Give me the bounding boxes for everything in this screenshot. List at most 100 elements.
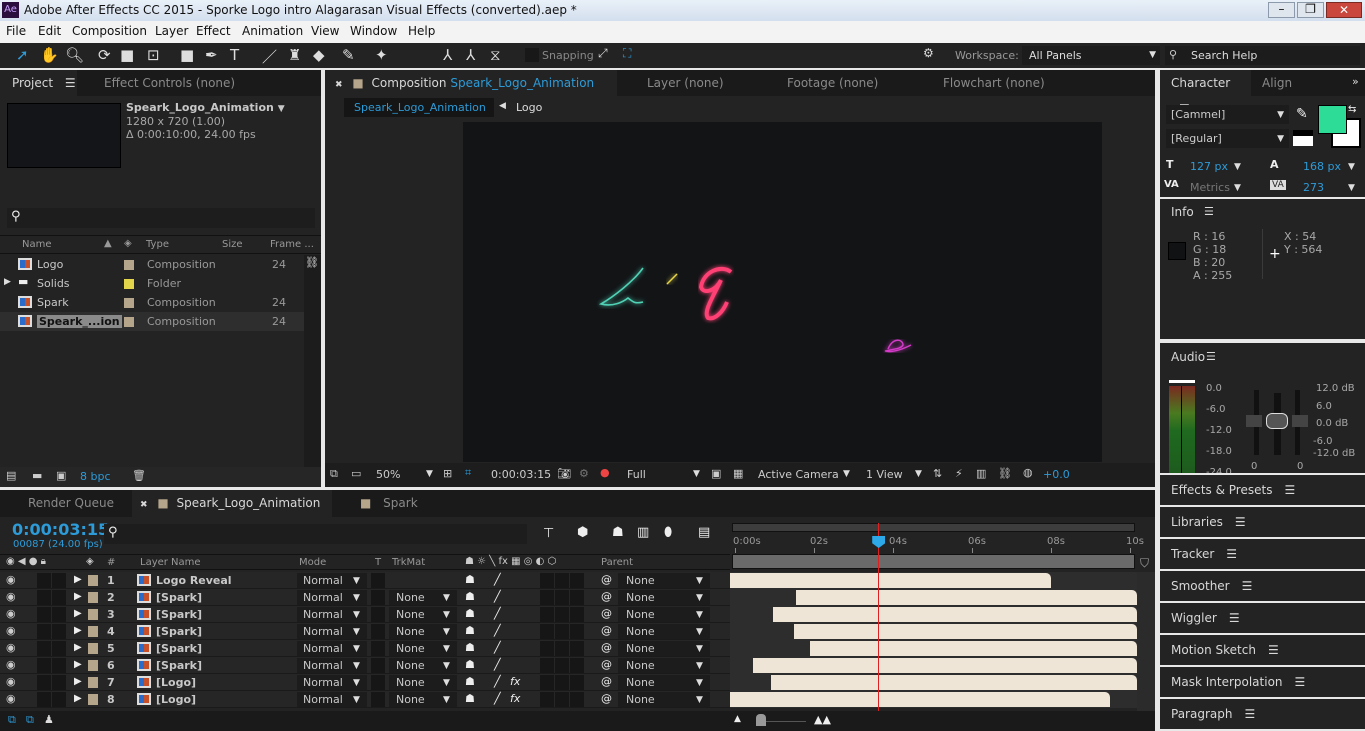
label-color-swatch[interactable] — [124, 317, 134, 327]
collapsed-panel[interactable]: Wiggler ☰ — [1160, 603, 1365, 633]
pick-whip-icon[interactable]: @ — [601, 607, 612, 620]
parent-dropdown[interactable]: None ▼ — [618, 658, 710, 673]
tab-flowchart[interactable]: Flowchart (none) — [943, 70, 1045, 96]
preserve-transparency-checkbox[interactable] — [371, 607, 385, 622]
3d-layer-switch[interactable] — [570, 692, 584, 707]
views-dropdown[interactable]: 1 View — [866, 468, 903, 481]
motion-blur-switch[interactable] — [540, 607, 554, 622]
rotate-tool-icon[interactable]: ⟳ — [98, 46, 111, 64]
quality-switch-icon[interactable]: ╱ — [494, 624, 501, 637]
show-snapshot-icon[interactable]: ⚙ — [579, 467, 589, 480]
quality-switch-icon[interactable]: ╱ — [494, 641, 501, 654]
column-name[interactable]: Name — [22, 239, 52, 250]
breadcrumb-item[interactable]: Speark_Logo_Animation — [344, 98, 494, 117]
adjustment-layer-switch[interactable] — [555, 607, 569, 622]
expand-arrow-icon[interactable]: ▶ — [74, 591, 82, 602]
composition-viewer[interactable] — [463, 122, 1102, 462]
visibility-eye-icon[interactable]: ◉ — [6, 624, 16, 637]
table-row[interactable]: ◉ ▶ 6 [Spark] Normal ▼ None ▼ ☗ ╱ @ None ▼ — [0, 657, 730, 674]
exposure-icon[interactable]: ◍ — [1023, 466, 1033, 479]
lock-switch[interactable] — [52, 641, 66, 656]
clone-stamp-tool-icon[interactable]: ♜ — [288, 46, 301, 64]
effect-switch-icon[interactable]: fx — [510, 675, 520, 688]
visibility-eye-icon[interactable]: ◉ — [6, 675, 16, 688]
parent-dropdown[interactable]: None ▼ — [618, 675, 710, 690]
hand-tool-icon[interactable]: ✋ — [40, 46, 59, 64]
rectangle-tool-icon[interactable]: ■ — [180, 46, 194, 64]
parent-dropdown[interactable]: None ▼ — [618, 641, 710, 656]
current-time-indicator-handle[interactable] — [872, 536, 886, 548]
brush-tool-icon[interactable]: ／ — [262, 46, 277, 67]
lock-switch[interactable] — [52, 624, 66, 639]
mode-dropdown[interactable]: Normal ▼ — [297, 607, 367, 622]
lock-switch[interactable] — [52, 590, 66, 605]
expand-arrow-icon[interactable]: ▶ — [74, 659, 82, 670]
zoom-in-icon[interactable]: ▲▲ — [814, 713, 831, 726]
always-preview-icon[interactable]: ⧉ — [330, 467, 338, 481]
menu-icon[interactable]: ☰ — [1242, 579, 1253, 593]
left-volume-slider[interactable] — [1246, 415, 1262, 427]
collapsed-panel[interactable]: Tracker ☰ — [1160, 539, 1365, 569]
pan-behind-tool-icon[interactable]: ⊡ — [147, 46, 160, 64]
tab-composition[interactable]: ✖ ■ Composition Speark_Logo_Animation ☰ — [325, 70, 617, 118]
local-axis-icon[interactable]: ⅄ — [443, 46, 452, 64]
pick-whip-icon[interactable]: @ — [601, 573, 612, 586]
project-item[interactable]: ▶ ▬ Solids Folder — [0, 274, 304, 293]
preserve-transparency-checkbox[interactable] — [371, 658, 385, 673]
table-row[interactable]: ◉ ▶ 3 [Spark] Normal ▼ None ▼ ☗ ╱ @ None ▼ — [0, 606, 730, 623]
shy-switch-icon[interactable]: ☗ — [465, 590, 475, 603]
expand-arrow-icon[interactable]: ▶ — [74, 608, 82, 619]
trkmat-dropdown[interactable]: None ▼ — [389, 641, 457, 656]
table-row[interactable]: ◉ ▶ 8 [Logo] Normal ▼ None ▼ ☗ ╱ fx @ None… — [0, 691, 730, 708]
work-area-navigator[interactable] — [732, 523, 1135, 532]
text-tool-icon[interactable]: T — [230, 46, 239, 64]
menu-icon[interactable]: ☰ — [1229, 611, 1240, 625]
motion-blur-switch[interactable] — [540, 641, 554, 656]
shy-switch-icon[interactable]: ☗ — [465, 675, 475, 688]
region-of-interest-icon[interactable]: ⊞ — [443, 467, 452, 480]
shy-switch-icon[interactable]: ☗ — [465, 607, 475, 620]
lock-switch[interactable] — [52, 658, 66, 673]
graph-editor-icon[interactable]: ▤ — [698, 525, 710, 540]
menu-icon[interactable]: ☰ — [1206, 350, 1216, 363]
timeline-scrollbar[interactable] — [1137, 572, 1155, 712]
tab-layer[interactable]: Layer (none) — [647, 70, 724, 96]
eyedropper-icon[interactable]: ✎ — [1296, 106, 1308, 122]
layer-duration-bar[interactable] — [796, 590, 1137, 605]
label-color-swatch[interactable] — [124, 260, 134, 270]
mode-dropdown[interactable]: Normal ▼ — [297, 590, 367, 605]
menu-help[interactable]: Help — [408, 24, 435, 38]
quality-switch-icon[interactable]: ╱ — [494, 675, 501, 688]
adjustment-layer-switch[interactable] — [555, 692, 569, 707]
trkmat-dropdown[interactable]: None ▼ — [389, 675, 457, 690]
toggle-in-out-icon[interactable]: ♟ — [44, 713, 54, 726]
solo-switch[interactable] — [37, 607, 51, 622]
chevron-down-icon[interactable]: ▼ — [278, 104, 285, 114]
pick-whip-icon[interactable]: @ — [601, 624, 612, 637]
preserve-transparency-checkbox[interactable] — [371, 590, 385, 605]
layer-duration-bar[interactable] — [770, 675, 1137, 690]
mode-dropdown[interactable]: Normal ▼ — [297, 692, 367, 707]
quality-switch-icon[interactable]: ╱ — [494, 607, 501, 620]
trkmat-dropdown[interactable]: None ▼ — [389, 624, 457, 639]
visibility-eye-icon[interactable]: ◉ — [6, 590, 16, 603]
table-row[interactable]: ◉ ▶ 5 [Spark] Normal ▼ None ▼ ☗ ╱ @ None ▼ — [0, 640, 730, 657]
tab-project[interactable]: Project ☰ — [0, 70, 77, 96]
close-button[interactable]: ✕ — [1326, 2, 1362, 18]
toggle-pixel-aspect-icon[interactable]: ⇅ — [933, 467, 942, 480]
motion-blur-icon[interactable]: ⬮ — [664, 525, 672, 540]
collapsed-panel[interactable]: Mask Interpolation ☰ — [1160, 667, 1365, 697]
visibility-eye-icon[interactable]: ◉ — [6, 641, 16, 654]
layer-duration-bar[interactable] — [730, 573, 1051, 588]
zoom-out-icon[interactable]: ▲ — [734, 714, 741, 724]
adjustment-layer-switch[interactable] — [555, 573, 569, 588]
solo-switch[interactable] — [37, 624, 51, 639]
motion-blur-switch[interactable] — [540, 624, 554, 639]
layer-duration-bar[interactable] — [794, 624, 1137, 639]
collapsed-panel[interactable]: Motion Sketch ☰ — [1160, 635, 1365, 665]
layer-duration-bar[interactable] — [752, 658, 1137, 673]
quality-switch-icon[interactable]: ╱ — [494, 658, 501, 671]
trkmat-dropdown[interactable]: None ▼ — [389, 607, 457, 622]
motion-blur-switch[interactable] — [540, 692, 554, 707]
pick-whip-icon[interactable]: @ — [601, 658, 612, 671]
